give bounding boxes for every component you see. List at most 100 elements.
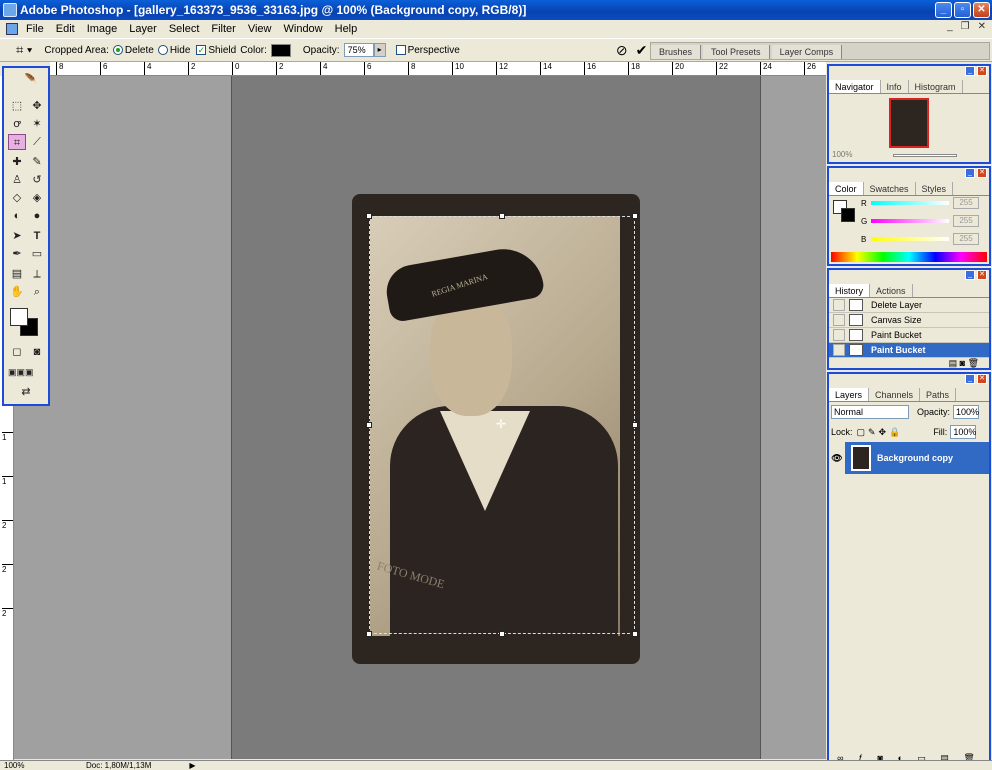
marquee-tool-icon[interactable]: ⬚ [8,98,26,114]
menu-file[interactable]: File [20,20,50,38]
tab-actions[interactable]: Actions [870,284,913,297]
path-selection-tool-icon[interactable]: ➤ [8,228,26,244]
panel-minimize-button[interactable]: _ [965,374,975,384]
tab-styles[interactable]: Styles [916,182,954,195]
navigator-thumbnail[interactable] [889,98,929,148]
layer-row-background-copy[interactable]: 👁 Background copy [829,442,989,474]
perspective-checkbox[interactable] [395,45,406,55]
type-tool-icon[interactable]: T [28,228,46,244]
crop-marquee[interactable]: ✛ [366,213,638,637]
crop-handle-tr[interactable] [632,213,638,219]
menu-window[interactable]: Window [278,20,329,38]
paint-bucket-tool-icon[interactable]: ◈ [28,190,46,206]
opacity-field[interactable]: 75% [343,43,374,57]
crop-handle-tl[interactable] [366,213,372,219]
tab-history[interactable]: History [829,284,871,297]
eraser-tool-icon[interactable]: ◇ [8,190,26,206]
crop-handle-r[interactable] [632,422,638,428]
crop-handle-bl[interactable] [366,631,372,637]
status-zoom[interactable]: 100% [0,761,36,770]
hand-tool-icon[interactable]: ✋ [8,284,26,300]
panel-close-button[interactable]: ✕ [977,270,987,280]
feather-logo-icon[interactable]: 🪶 [16,72,46,88]
notes-tool-icon[interactable]: ▤ [8,266,26,282]
crop-handle-br[interactable] [632,631,638,637]
tab-navigator[interactable]: Navigator [829,80,881,93]
brush-tool-icon[interactable]: ✎ [28,154,46,170]
screen-mode-icons[interactable]: ▣▣▣ [8,364,34,380]
tab-info[interactable]: Info [881,80,909,93]
history-item[interactable]: Paint Bucket [829,328,989,343]
color-bg-swatch[interactable] [841,208,855,222]
lasso-tool-icon[interactable]: ꝍ [8,116,26,132]
clone-stamp-tool-icon[interactable]: ♙ [8,172,26,188]
panel-minimize-button[interactable]: _ [965,168,975,178]
tab-color[interactable]: Color [829,182,864,195]
blend-mode-select[interactable]: Normal [831,405,909,419]
tab-layers[interactable]: Layers [829,388,870,401]
panel-close-button[interactable]: ✕ [977,374,987,384]
doc-close-button[interactable]: ✕ [978,21,986,32]
document-icon[interactable] [6,23,18,35]
color-ramp[interactable] [831,252,987,262]
lock-icons[interactable]: ▢✎✥🔒 [857,427,904,438]
menu-image[interactable]: Image [81,20,124,38]
menu-view[interactable]: View [242,20,278,38]
foreground-color-swatch[interactable] [10,308,28,326]
fill-field[interactable]: 100% [950,425,976,439]
doc-restore-button[interactable]: ❐ [961,21,970,32]
red-slider[interactable] [871,201,949,205]
close-button[interactable]: ✕ [973,2,990,18]
palette-tab-tool-presets[interactable]: Tool Presets [703,45,770,59]
menu-layer[interactable]: Layer [123,20,163,38]
commit-crop-icon[interactable]: ✔ [636,42,648,59]
move-tool-icon[interactable]: ✥ [28,98,46,114]
crop-handle-b[interactable] [499,631,505,637]
history-brush-tool-icon[interactable]: ↺ [28,172,46,188]
navigator-zoom-slider[interactable] [893,154,957,157]
tab-swatches[interactable]: Swatches [864,182,916,195]
hide-radio[interactable] [157,45,168,55]
tab-paths[interactable]: Paths [920,388,957,401]
palette-tab-brushes[interactable]: Brushes [651,45,702,59]
pen-tool-icon[interactable]: ✒ [8,246,26,262]
navigator-zoom-value[interactable]: 100% [832,150,852,159]
layer-opacity-field[interactable]: 100% [953,405,979,419]
tab-histogram[interactable]: Histogram [909,80,963,93]
tab-channels[interactable]: Channels [869,388,921,401]
history-item[interactable]: Canvas Size [829,313,989,328]
green-slider[interactable] [871,219,949,223]
jump-to-imageready-icon[interactable]: ⇄ [8,384,44,400]
minimize-button[interactable]: _ [935,2,952,18]
delete-radio[interactable] [112,45,123,55]
crop-handle-l[interactable] [366,422,372,428]
layer-name[interactable]: Background copy [877,453,953,463]
palette-tab-layer-comps[interactable]: Layer Comps [771,45,843,59]
menu-help[interactable]: Help [329,20,364,38]
panel-minimize-button[interactable]: _ [965,66,975,76]
history-item[interactable]: Delete Layer [829,298,989,313]
cancel-crop-icon[interactable]: ⊘ [616,42,628,59]
status-menu-arrow[interactable]: ▶ [189,761,195,770]
shield-color-swatch[interactable] [270,43,291,57]
healing-brush-tool-icon[interactable]: ✚ [8,154,26,170]
green-value[interactable]: 255 [953,215,979,227]
opacity-arrow-button[interactable]: ▸ [373,43,386,57]
eyedropper-tool-icon[interactable]: ⟂ [28,266,46,282]
panel-close-button[interactable]: ✕ [977,168,987,178]
layer-visibility-eye-icon[interactable]: 👁 [829,442,845,474]
canvas-area[interactable]: REGIA MARINA FOTO MODE ✛ [14,76,826,759]
crop-handle-t[interactable] [499,213,505,219]
blue-value[interactable]: 255 [953,233,979,245]
crop-center-icon[interactable]: ✛ [496,417,506,431]
slice-tool-icon[interactable]: ⟋ [28,134,46,150]
zoom-tool-icon[interactable]: ⌕ [28,284,46,300]
menu-select[interactable]: Select [163,20,206,38]
menu-edit[interactable]: Edit [50,20,81,38]
blur-tool-icon[interactable]: ◐ [8,208,26,224]
quick-mask-mode-icon[interactable]: ◙ [28,344,46,360]
panel-minimize-button[interactable]: _ [965,270,975,280]
doc-minimize-button[interactable]: _ [947,21,953,32]
dodge-tool-icon[interactable]: ● [28,208,46,224]
panel-close-button[interactable]: ✕ [977,66,987,76]
